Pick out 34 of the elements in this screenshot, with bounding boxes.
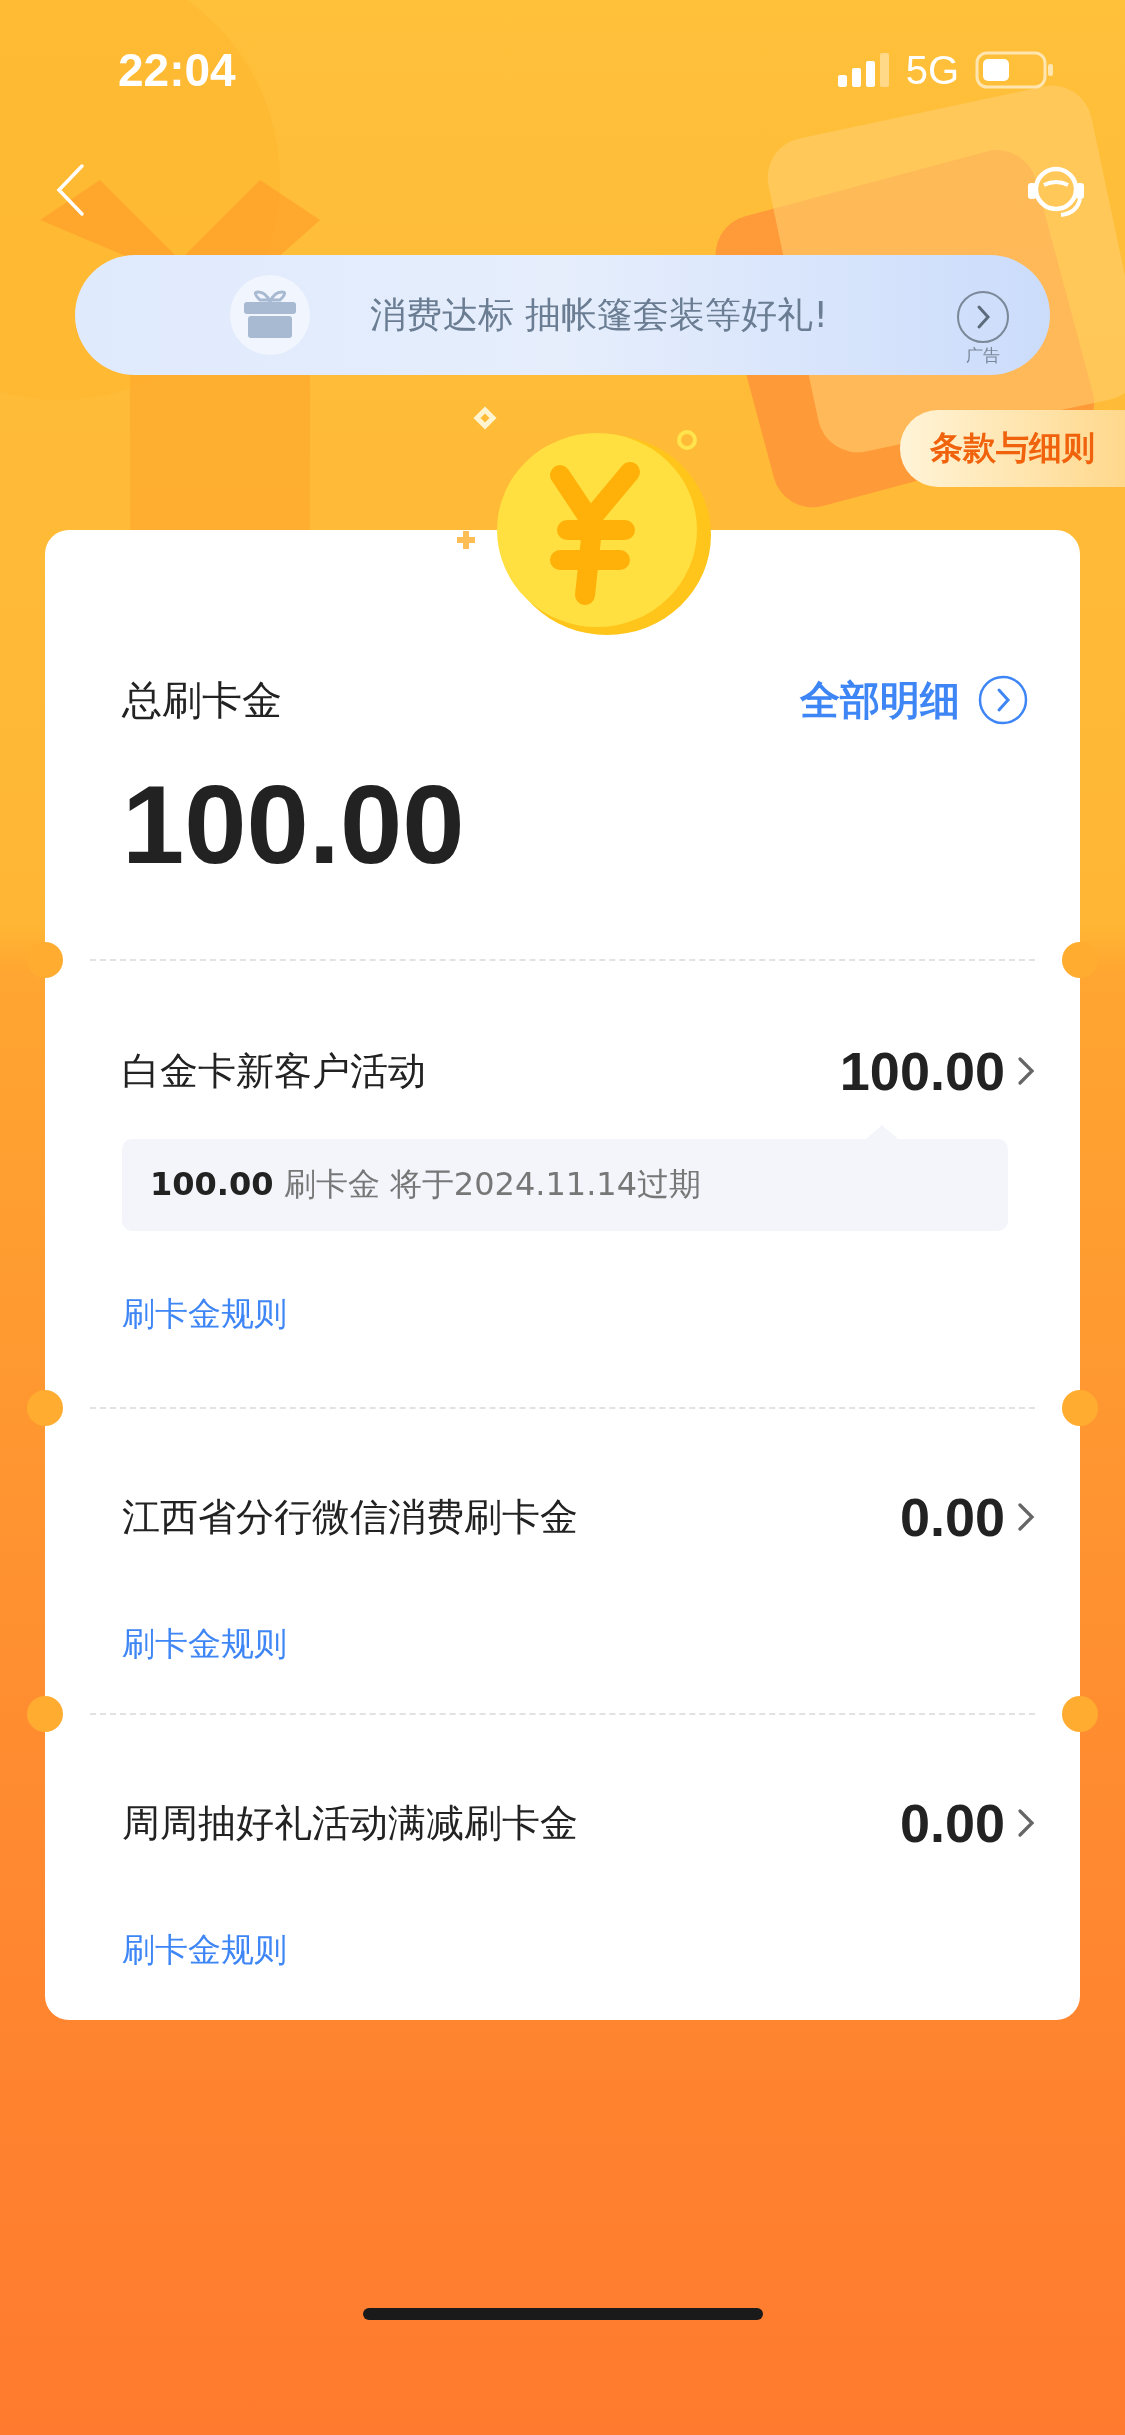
ticket-notch xyxy=(1062,942,1098,978)
details-link[interactable]: 全部明细 xyxy=(800,672,1028,728)
signal-icon xyxy=(837,53,890,87)
activity-amount[interactable]: 0.00 xyxy=(899,1792,1035,1854)
rules-link[interactable]: 刷卡金规则 xyxy=(122,1291,287,1337)
chevron-circle-icon xyxy=(978,675,1028,725)
rules-link[interactable]: 刷卡金规则 xyxy=(122,1621,287,1667)
status-time: 22:04 xyxy=(118,43,236,97)
network-label: 5G xyxy=(905,47,959,93)
chevron-right-icon xyxy=(1017,1501,1035,1533)
ticket-notch xyxy=(1062,1390,1098,1426)
ticket-notch xyxy=(27,1390,63,1426)
terms-button[interactable]: 条款与细则 xyxy=(900,410,1125,487)
ticket-notch xyxy=(27,942,63,978)
total-amount: 100.00 xyxy=(122,770,466,880)
ad-label: 广告 xyxy=(966,343,1000,367)
promo-banner[interactable]: 消费达标 抽帐篷套装等好礼! 广告 xyxy=(75,255,1050,375)
activity-title: 白金卡新客户活动 xyxy=(122,1048,426,1095)
chevron-right-icon xyxy=(1017,1055,1035,1087)
ticket-notch xyxy=(1062,1696,1098,1732)
activity-title: 江西省分行微信消费刷卡金 xyxy=(122,1494,578,1541)
ticket-notch xyxy=(27,1696,63,1732)
summary-label: 总刷卡金 xyxy=(122,676,282,725)
battery-icon xyxy=(975,51,1055,89)
activity-amount[interactable]: 0.00 xyxy=(899,1486,1035,1548)
activity-amount[interactable]: 100.00 xyxy=(839,1040,1035,1102)
banner-text: 消费达标 抽帐篷套装等好礼! xyxy=(370,292,829,337)
gift-icon xyxy=(242,290,298,340)
chevron-circle-icon xyxy=(956,289,1010,344)
activity-title: 周周抽好礼活动满减刷卡金 xyxy=(122,1800,578,1847)
expiry-text: 100.00 刷卡金 将于2024.11.14过期 xyxy=(150,1164,702,1205)
chevron-right-icon xyxy=(1017,1807,1035,1839)
back-button[interactable] xyxy=(55,163,85,217)
rules-link[interactable]: 刷卡金规则 xyxy=(122,1927,287,1973)
